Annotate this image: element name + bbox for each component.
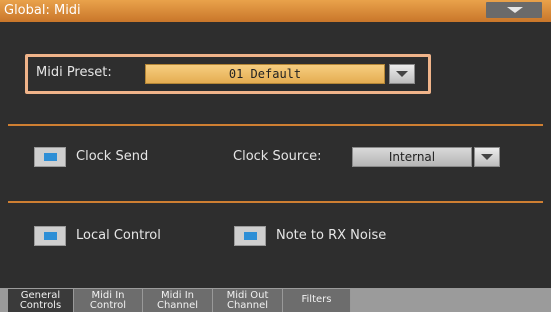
clock-source-dropdown-button[interactable]: [474, 147, 500, 167]
title-bar: Global: Midi: [0, 0, 551, 22]
chevron-down-icon: [396, 71, 408, 77]
midi-preset-field[interactable]: 01 Default: [145, 64, 385, 84]
clock-source-field[interactable]: Internal: [352, 147, 472, 167]
clock-send-label: Clock Send: [76, 149, 149, 164]
section-divider: [8, 201, 543, 203]
tab-label-line1: Filters: [301, 294, 332, 305]
checkbox-fill: [44, 232, 57, 240]
local-control-checkbox[interactable]: [34, 226, 66, 246]
page-menu-button[interactable]: [486, 2, 542, 18]
checkbox-fill: [44, 153, 57, 161]
page-title: Global: Midi: [4, 3, 81, 18]
tab-label-line2: Control: [89, 300, 127, 311]
tab-filters[interactable]: Filters: [283, 289, 351, 312]
local-control-label: Local Control: [76, 228, 161, 243]
midi-preset-label: Midi Preset:: [36, 65, 112, 80]
note-to-rx-noise-label: Note to RX Noise: [276, 228, 387, 243]
tab-label-line2: Channel: [156, 300, 199, 311]
chevron-down-icon: [481, 154, 493, 160]
checkbox-fill: [244, 232, 257, 240]
tab-midi-in-channel[interactable]: Midi In Channel: [143, 289, 213, 312]
section-divider: [8, 124, 543, 126]
tab-label-line2: Channel: [226, 300, 269, 311]
chevron-down-icon: [507, 7, 523, 13]
note-to-rx-noise-checkbox[interactable]: [234, 226, 266, 246]
midi-preset-dropdown-button[interactable]: [389, 64, 415, 84]
tab-label-line2: Controls: [19, 300, 62, 311]
clock-send-checkbox[interactable]: [34, 147, 66, 167]
tab-general-controls[interactable]: General Controls: [8, 289, 74, 312]
tab-midi-in-control[interactable]: Midi In Control: [74, 289, 143, 312]
tab-midi-out-channel[interactable]: Midi Out Channel: [213, 289, 283, 312]
clock-source-label: Clock Source:: [233, 149, 322, 164]
